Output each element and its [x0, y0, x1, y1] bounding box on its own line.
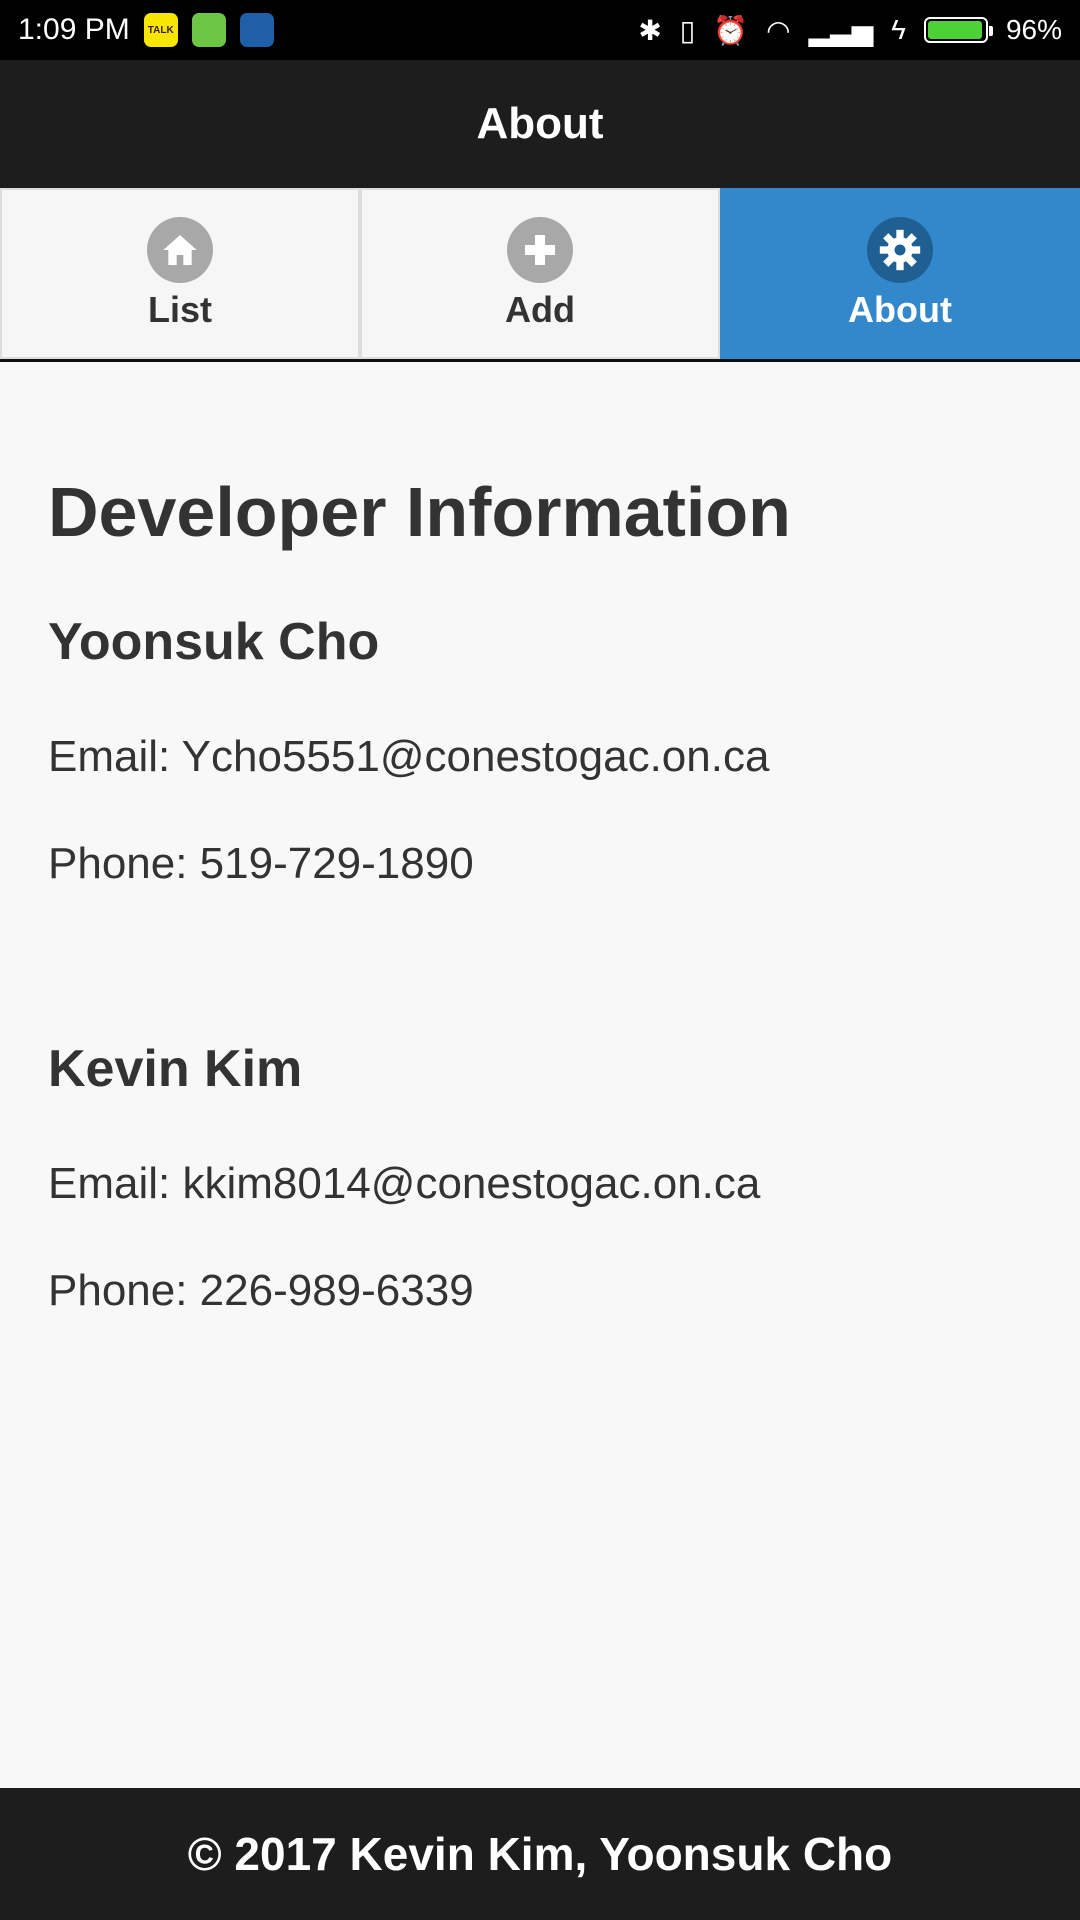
- weather-icon: [239, 13, 274, 47]
- tab-list-label: List: [147, 288, 212, 330]
- tab-about[interactable]: About: [720, 188, 1080, 359]
- battery-percent: 96%: [1005, 14, 1062, 45]
- vibrate-icon: ▯: [679, 14, 696, 46]
- section-heading: Developer Information: [48, 473, 791, 551]
- tab-list[interactable]: List: [0, 188, 360, 359]
- app-header: About: [0, 60, 1080, 188]
- nav-bar: List Add About: [0, 188, 1080, 362]
- alarm-icon: ⏰: [713, 14, 749, 46]
- home-icon: [147, 216, 213, 283]
- kakaotalk-icon: TALK: [143, 13, 178, 47]
- battery-icon: [923, 17, 993, 43]
- wifi-icon: ◠: [766, 14, 791, 46]
- main-content: Developer Information Yoonsuk Cho Email:…: [48, 362, 1038, 1316]
- charging-icon: ϟ: [891, 14, 906, 45]
- tab-about-label: About: [848, 288, 952, 330]
- copyright-text: © 2017 Kevin Kim, Yoonsuk Cho: [187, 1828, 893, 1880]
- tab-add-label: Add: [505, 288, 575, 330]
- gear-icon: [867, 216, 933, 283]
- bluetooth-icon: ✱: [638, 14, 662, 46]
- developer-phone: Phone: 226-989-6339: [48, 1266, 474, 1315]
- footer: © 2017 Kevin Kim, Yoonsuk Cho: [0, 1788, 1080, 1920]
- developer-email: Email: Ycho5551@conestogac.on.ca: [48, 732, 770, 781]
- developer-name: Kevin Kim: [48, 1040, 303, 1098]
- status-bar-right: ✱ ▯ ⏰ ◠ ▂▃▅ ϟ 96%: [638, 14, 1062, 47]
- tab-add[interactable]: Add: [360, 188, 720, 359]
- battery-app-icon: [191, 13, 226, 47]
- developer-phone: Phone: 519-729-1890: [48, 839, 474, 888]
- signal-icon: ▂▃▅: [808, 14, 874, 46]
- status-bar: 1:09 PM TALK ✱ ▯ ⏰ ◠ ▂▃▅ ϟ 96%: [0, 0, 1080, 60]
- status-time: 1:09 PM: [18, 13, 130, 46]
- status-bar-left: 1:09 PM TALK: [18, 13, 274, 47]
- plus-icon: [507, 216, 573, 283]
- developer-email: Email: kkim8014@conestogac.on.ca: [48, 1159, 761, 1208]
- developer-name: Yoonsuk Cho: [48, 613, 380, 671]
- page-title: About: [476, 99, 604, 148]
